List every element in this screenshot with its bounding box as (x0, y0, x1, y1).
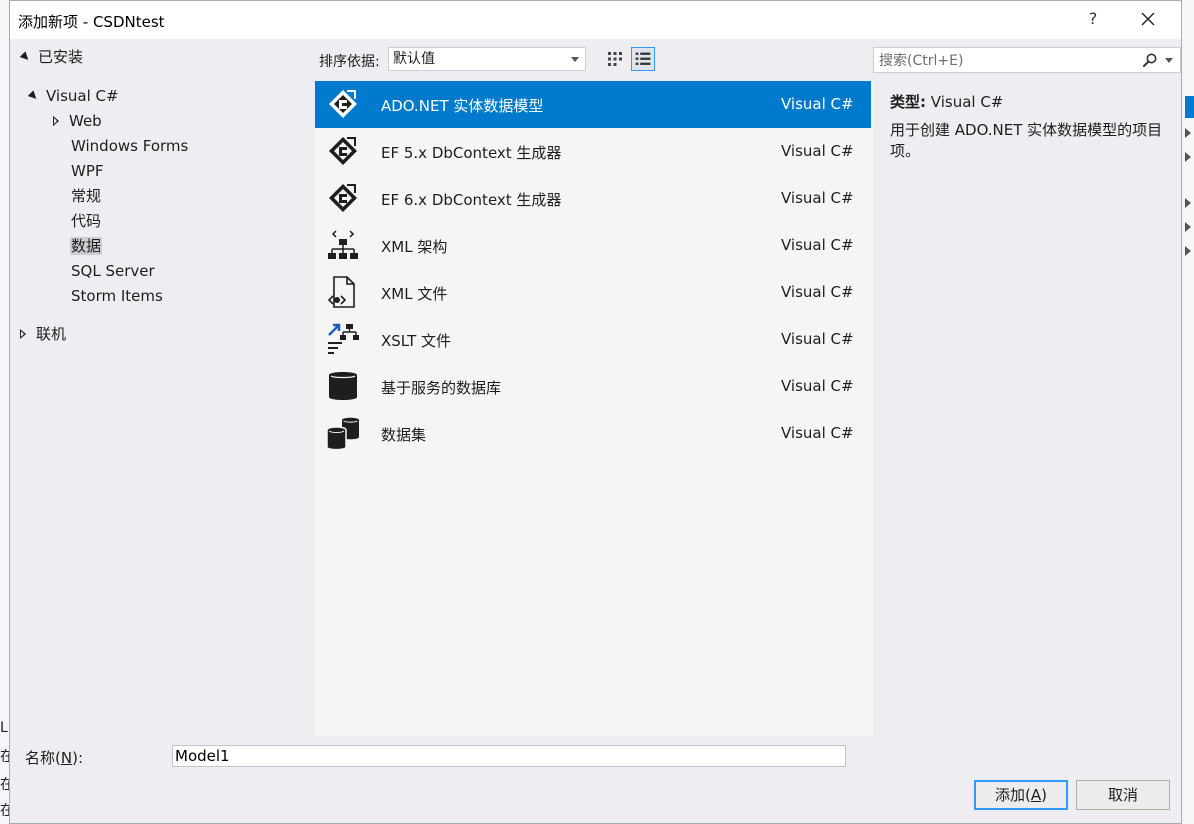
template-name: ADO.NET 实体数据模型 (381, 97, 544, 115)
template-description: 用于创建 ADO.NET 实体数据模型的项目项。 (890, 121, 1163, 160)
list-item[interactable]: EF 6.x DbContext 生成器 Visual C# (315, 175, 871, 222)
bg-triangle-icon (1185, 128, 1191, 138)
tree-node-online[interactable]: 联机 (20, 323, 66, 345)
template-name: XML 文件 (381, 285, 448, 303)
add-button[interactable]: 添加(A) (974, 780, 1068, 810)
template-language: Visual C# (781, 142, 854, 160)
bg-triangle-icon (1185, 198, 1191, 208)
collapsed-arrow-icon (20, 328, 26, 339)
search-icon[interactable] (1142, 52, 1158, 68)
template-language: Visual C# (781, 283, 854, 301)
tree-node-storm-items[interactable]: Storm Items (71, 285, 163, 307)
bg-triangle-icon (1185, 246, 1191, 256)
collapsed-arrow-icon (53, 115, 59, 126)
name-input[interactable] (172, 745, 846, 767)
template-name: EF 6.x DbContext 生成器 (381, 191, 562, 209)
cancel-button[interactable]: 取消 (1076, 780, 1170, 810)
dialog-title: 添加新项 - CSDNtest (18, 13, 165, 31)
xml-file-icon (327, 276, 355, 308)
type-label: 类型: (890, 93, 926, 111)
template-name: XML 架构 (381, 238, 448, 256)
template-language: Visual C# (781, 377, 854, 395)
template-language: Visual C# (781, 189, 854, 207)
xml-schema-icon (328, 230, 358, 259)
expanded-arrow-icon (27, 89, 40, 102)
template-name: XSLT 文件 (381, 332, 452, 350)
tree-node-web[interactable]: Web (53, 110, 102, 132)
template-language: Visual C# (781, 95, 854, 113)
close-icon[interactable] (1135, 6, 1161, 32)
add-new-item-dialog: 添加新项 - CSDNtest ? 已安装 Visual C# Web Wind… (9, 0, 1182, 824)
bg-triangle-icon (1185, 222, 1191, 232)
list-view-icon[interactable] (631, 47, 655, 71)
database-icon (329, 372, 357, 400)
sort-dropdown-value: 默认值 (393, 51, 435, 67)
bg-text-fragment: L (0, 720, 8, 736)
small-icons-view-icon[interactable] (603, 47, 627, 71)
tree-node-visual-csharp[interactable]: Visual C# (27, 85, 119, 107)
list-item[interactable]: 数据集 Visual C# (315, 410, 871, 457)
tree-node-windows-forms[interactable]: Windows Forms (71, 135, 188, 157)
help-button[interactable]: ? (1083, 9, 1103, 28)
tree-node-code[interactable]: 代码 (71, 210, 101, 232)
template-type-line: 类型: Visual C# (890, 91, 1003, 112)
template-name: 数据集 (381, 426, 427, 444)
search-input[interactable] (874, 48, 1131, 74)
list-item[interactable]: XSLT 文件 Visual C# (315, 316, 871, 363)
tree-node-sql-server[interactable]: SQL Server (71, 260, 155, 282)
template-name: EF 5.x DbContext 生成器 (381, 144, 562, 162)
search-options-chevron-icon[interactable] (1165, 58, 1173, 63)
template-category-tree: 已安装 Visual C# Web Windows Forms WPF 常规 代… (10, 39, 315, 736)
template-list: ADO.NET 实体数据模型 Visual C# EF 5.x DbContex… (315, 81, 873, 736)
search-box (873, 47, 1181, 74)
list-item[interactable]: XML 架构 Visual C# (315, 222, 871, 269)
template-language: Visual C# (781, 424, 854, 442)
template-details-pane: 类型: Visual C# 用于创建 ADO.NET 实体数据模型的项目项。 (873, 81, 1181, 736)
list-item[interactable]: 基于服务的数据库 Visual C# (315, 363, 871, 410)
sort-dropdown[interactable]: 默认值 (388, 47, 586, 71)
tree-node-installed[interactable]: 已安装 (19, 46, 83, 68)
entity-model-icon (329, 137, 357, 165)
tree-node-general[interactable]: 常规 (71, 185, 101, 207)
title-bar: 添加新项 - CSDNtest ? (10, 1, 1181, 39)
sort-label: 排序依据: (319, 54, 380, 70)
type-value: Visual C# (930, 93, 1004, 111)
chevron-down-icon (571, 57, 579, 62)
template-language: Visual C# (781, 236, 854, 254)
sort-toolbar: 排序依据: 默认值 (315, 45, 875, 73)
tree-node-data[interactable]: 数据 (70, 235, 103, 257)
xslt-file-icon (328, 323, 359, 354)
tree-node-wpf[interactable]: WPF (71, 160, 104, 182)
bg-triangle-icon (1185, 152, 1191, 162)
list-item[interactable]: EF 5.x DbContext 生成器 Visual C# (315, 128, 871, 175)
expanded-arrow-icon (19, 50, 32, 63)
dataset-icon (326, 417, 359, 451)
entity-model-icon (329, 90, 357, 118)
template-language: Visual C# (781, 330, 854, 348)
bg-selection-bar (1185, 96, 1194, 118)
name-label: 名称(N): (25, 749, 83, 767)
list-item[interactable]: XML 文件 Visual C# (315, 269, 871, 316)
background-ide-right (1182, 0, 1194, 824)
list-item[interactable]: ADO.NET 实体数据模型 Visual C# (315, 81, 871, 128)
entity-model-icon (329, 184, 357, 212)
template-name: 基于服务的数据库 (381, 379, 502, 397)
